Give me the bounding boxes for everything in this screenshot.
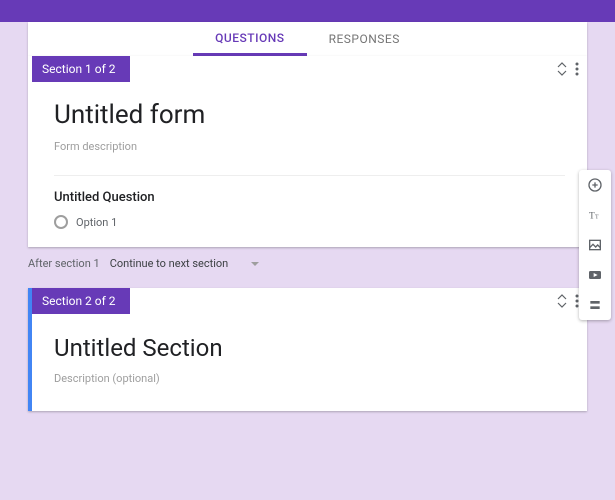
radio-icon	[54, 215, 68, 229]
add-video-button[interactable]	[579, 260, 611, 290]
tab-responses[interactable]: RESPONSES	[307, 22, 422, 56]
tab-questions[interactable]: QUESTIONS	[193, 22, 306, 56]
option-row-1[interactable]: Option 1	[54, 215, 565, 229]
after-section-select[interactable]: Continue to next section	[110, 257, 261, 270]
after-section-row: After section 1 Continue to next section	[28, 257, 587, 270]
tabs-bar: QUESTIONS RESPONSES	[28, 22, 587, 56]
add-section-button[interactable]	[579, 290, 611, 320]
add-image-button[interactable]	[579, 230, 611, 260]
side-toolbar: TT	[579, 170, 611, 320]
form-description-input[interactable]: Form description	[54, 140, 565, 153]
after-section-label: After section 1	[28, 257, 100, 270]
section-2-actions	[557, 294, 579, 308]
chevron-down-icon	[250, 257, 260, 270]
question-title-input[interactable]: Untitled Question	[54, 190, 565, 205]
divider	[54, 175, 565, 176]
top-brand-band	[0, 0, 615, 22]
section-1-badge: Section 1 of 2	[32, 56, 130, 82]
section-card-2: Section 2 of 2 Untitled Section Descript…	[28, 288, 587, 411]
add-question-button[interactable]	[579, 170, 611, 200]
section-1-actions	[557, 62, 579, 76]
more-icon[interactable]	[575, 62, 579, 76]
svg-text:T: T	[595, 214, 599, 220]
section-2-description-input[interactable]: Description (optional)	[54, 372, 565, 385]
option-label: Option 1	[76, 216, 117, 229]
add-title-button[interactable]: TT	[579, 200, 611, 230]
svg-text:T: T	[589, 211, 595, 221]
section-card-1: Section 1 of 2 Untitled form Form descri…	[28, 56, 587, 247]
section-2-title-input[interactable]: Untitled Section	[54, 334, 565, 362]
section-2-badge: Section 2 of 2	[32, 288, 130, 314]
collapse-icon[interactable]	[557, 62, 567, 76]
collapse-icon[interactable]	[557, 294, 567, 308]
form-title-input[interactable]: Untitled form	[54, 100, 565, 130]
after-section-select-value: Continue to next section	[110, 257, 229, 270]
